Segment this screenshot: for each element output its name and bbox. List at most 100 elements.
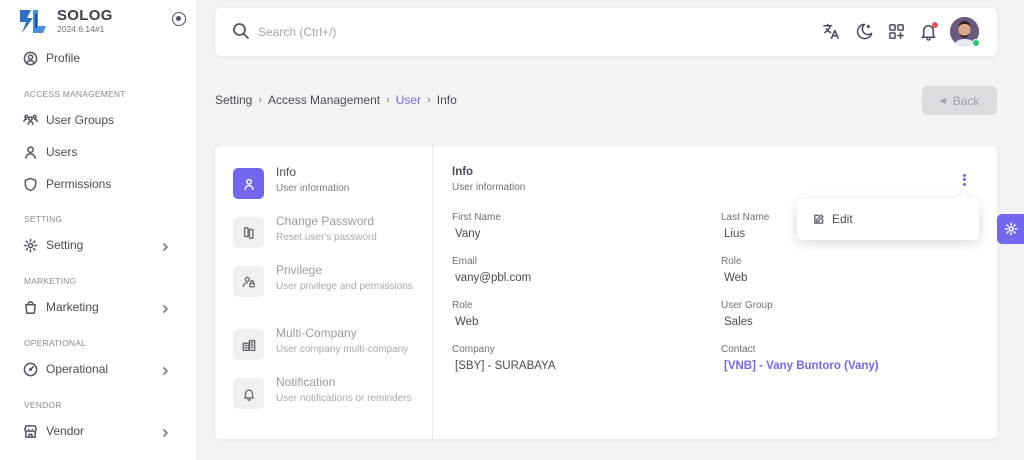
search-icon[interactable] bbox=[232, 22, 250, 40]
section-marketing: MARKETING bbox=[24, 276, 77, 286]
tab-title: Notification bbox=[276, 375, 336, 389]
top-navbar bbox=[215, 8, 997, 56]
section-access-management: ACCESS MANAGEMENT bbox=[24, 89, 126, 99]
more-options-dropdown: Edit bbox=[797, 199, 979, 240]
online-status-dot bbox=[972, 39, 980, 47]
email-label: Email bbox=[452, 256, 478, 267]
sidebar-item-permissions[interactable]: Permissions bbox=[22, 172, 176, 196]
last-name-value: Lius bbox=[724, 228, 746, 240]
card-divider bbox=[432, 146, 433, 439]
company-value: [SBY] - SURABAYA bbox=[455, 360, 556, 372]
chevron-right-icon bbox=[160, 364, 170, 376]
gear-icon bbox=[22, 237, 38, 253]
sidebar-item-vendor[interactable]: Vendor bbox=[22, 419, 176, 443]
section-setting: SETTING bbox=[24, 214, 63, 224]
breadcrumb-item-access-management[interactable]: Access Management bbox=[268, 93, 380, 107]
tab-info[interactable]: Info User information bbox=[233, 165, 423, 205]
contact-label: Contact bbox=[721, 344, 756, 355]
translate-icon[interactable] bbox=[822, 22, 842, 42]
more-options-icon[interactable] bbox=[959, 172, 969, 188]
breadcrumb-separator: › bbox=[386, 94, 390, 106]
theme-customizer-button[interactable] bbox=[997, 214, 1024, 244]
role-label: Role bbox=[721, 256, 742, 267]
back-button-label: Back bbox=[952, 93, 980, 108]
gauge-icon bbox=[22, 361, 38, 377]
edit-menu-label: Edit bbox=[832, 212, 853, 226]
sidebar-item-marketing[interactable]: Marketing bbox=[22, 295, 176, 319]
shopping-bag-icon bbox=[22, 299, 38, 315]
sidebar-item-label: Permissions bbox=[46, 177, 112, 191]
chevron-right-icon bbox=[160, 426, 170, 438]
sidebar-item-label: Operational bbox=[46, 362, 109, 376]
sidebar-item-operational[interactable]: Operational bbox=[22, 357, 176, 381]
breadcrumb-separator: › bbox=[427, 94, 431, 106]
tab-subtitle: User privilege and permissions bbox=[276, 281, 413, 292]
tab-change-password[interactable]: Change Password Reset user's password bbox=[233, 214, 423, 254]
tab-title: Info bbox=[276, 165, 297, 179]
sidebar-item-label: Setting bbox=[46, 238, 84, 252]
key-icon bbox=[233, 217, 264, 248]
tab-title: Multi-Company bbox=[276, 326, 357, 340]
user-detail-card: Info User information Change Password Re… bbox=[215, 146, 997, 439]
last-name-label: Last Name bbox=[721, 212, 770, 223]
tab-title: Privilege bbox=[276, 263, 323, 277]
shield-icon bbox=[22, 176, 38, 192]
tab-privilege[interactable]: Privilege User privilege and permissions bbox=[233, 263, 423, 303]
edit-menu-item[interactable]: Edit bbox=[813, 212, 853, 226]
contact-link[interactable]: [VNB] - Vany Buntoro (Vany) bbox=[724, 360, 879, 372]
breadcrumb-item-setting[interactable]: Setting bbox=[215, 93, 252, 107]
sidebar: SOLOG 2024.6.14#1 Profile ACCESS MANAGEM… bbox=[0, 0, 198, 460]
tab-subtitle: User information bbox=[276, 183, 350, 194]
store-icon bbox=[22, 423, 38, 439]
sidebar-item-label: Profile bbox=[46, 51, 81, 65]
gear-icon bbox=[1004, 222, 1017, 236]
user-group-label: User Group bbox=[721, 300, 773, 311]
role-value: Web bbox=[455, 316, 479, 328]
breadcrumb: Setting › Access Management › User › Inf… bbox=[215, 93, 457, 107]
user-icon bbox=[233, 168, 264, 199]
sidebar-item-label: Vendor bbox=[46, 424, 85, 438]
sidebar-item-users[interactable]: Users bbox=[22, 140, 176, 164]
user-icon bbox=[22, 144, 38, 160]
company-label: Company bbox=[452, 344, 495, 355]
tab-title: Change Password bbox=[276, 214, 375, 228]
sidebar-item-label: Marketing bbox=[46, 300, 99, 314]
role-value: Web bbox=[724, 272, 748, 284]
theme-toggle-icon[interactable] bbox=[855, 22, 875, 42]
chevron-right-icon bbox=[160, 240, 170, 252]
sidebar-item-profile[interactable]: Profile bbox=[22, 46, 176, 70]
back-button[interactable]: ◀ Back bbox=[922, 86, 997, 115]
sidebar-item-user-groups[interactable]: User Groups bbox=[22, 108, 176, 132]
email-value: vany@pbl.com bbox=[455, 272, 532, 284]
user-circle-icon bbox=[22, 50, 38, 66]
role-label: Role bbox=[452, 300, 473, 311]
brand-name: SOLOG bbox=[57, 7, 113, 25]
first-name-label: First Name bbox=[452, 212, 501, 223]
brand-version: 2024.6.14#1 bbox=[57, 24, 105, 35]
brand[interactable]: SOLOG 2024.6.14#1 bbox=[18, 5, 113, 37]
company-icon bbox=[233, 329, 264, 360]
tab-subtitle: User company multi-company bbox=[276, 344, 409, 355]
shortcuts-icon[interactable] bbox=[887, 22, 907, 42]
notification-bell-icon[interactable] bbox=[919, 22, 939, 42]
edit-icon bbox=[814, 213, 824, 224]
back-arrow-icon: ◀ bbox=[939, 96, 946, 105]
tab-multi-company[interactable]: Multi-Company User company multi-company bbox=[233, 326, 423, 366]
sidebar-item-label: User Groups bbox=[46, 113, 115, 127]
info-title: Info bbox=[452, 166, 474, 178]
first-name-value: Vany bbox=[455, 228, 481, 240]
section-operational: OPERATIONAL bbox=[24, 338, 87, 348]
sidebar-item-setting[interactable]: Setting bbox=[22, 233, 176, 257]
notification-badge bbox=[932, 22, 938, 28]
user-lock-icon bbox=[233, 266, 264, 297]
section-vendor: VENDOR bbox=[24, 400, 62, 410]
chevron-right-icon bbox=[160, 302, 170, 314]
breadcrumb-item-info: Info bbox=[436, 93, 457, 107]
search-input[interactable] bbox=[258, 21, 558, 43]
user-group-value: Sales bbox=[724, 316, 753, 328]
sidebar-collapse-toggle-icon[interactable] bbox=[172, 12, 186, 26]
breadcrumb-item-user[interactable]: User bbox=[396, 93, 421, 107]
breadcrumb-separator: › bbox=[258, 94, 263, 106]
tab-notification[interactable]: Notification User notifications or remin… bbox=[233, 375, 423, 415]
solog-logo bbox=[20, 10, 46, 33]
